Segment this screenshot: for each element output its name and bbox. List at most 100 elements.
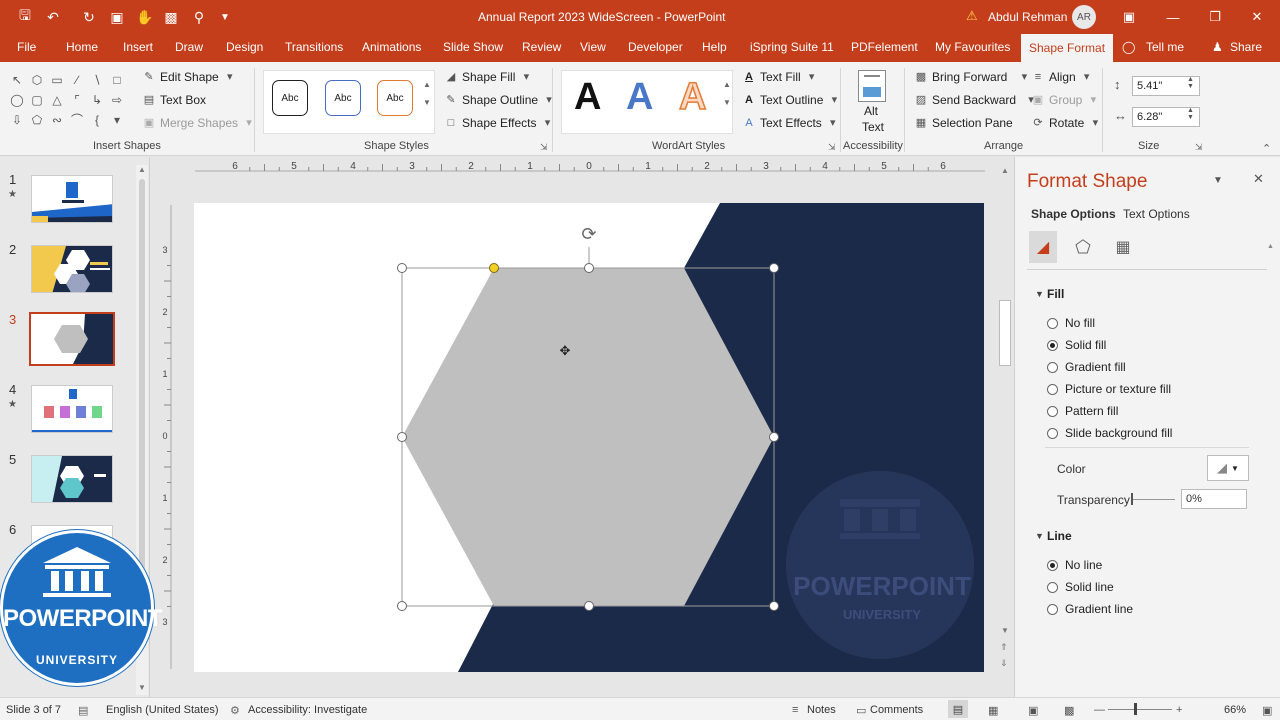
scroll-thumb[interactable] — [999, 300, 1011, 366]
height-spinner[interactable]: ▲ ▼ — [1187, 76, 1194, 90]
transparency-slider[interactable] — [1133, 499, 1175, 500]
effects-tab[interactable]: ⬠ — [1069, 231, 1097, 263]
square-icon[interactable]: □ — [108, 70, 126, 90]
rotate-handle-icon[interactable]: ⟳ — [578, 223, 600, 245]
zoom-level[interactable]: 66% — [1224, 704, 1246, 716]
group-button[interactable]: ▣ Group ▾ — [1031, 93, 1100, 107]
shape-style-orange[interactable]: Abc — [377, 80, 413, 116]
dialog-launcher-icon[interactable]: ⇲ — [828, 142, 836, 153]
radio[interactable] — [1047, 427, 1058, 439]
scroll-thumb[interactable] — [139, 179, 145, 579]
scroll-down-icon[interactable]: ▼ — [138, 683, 146, 692]
resize-handle-top[interactable] — [584, 263, 594, 273]
redo-icon[interactable]: ↻ — [78, 7, 100, 27]
shape-effects-button[interactable]: □ Shape Effects ▾ — [444, 116, 555, 130]
screenshot-icon[interactable]: ▩ — [160, 7, 182, 27]
shape-style-blue[interactable]: Abc — [325, 80, 361, 116]
touch-mode-icon[interactable]: ✋ — [134, 7, 156, 27]
tab-help[interactable]: Help — [702, 40, 727, 54]
size-properties-tab[interactable]: ▦ — [1109, 231, 1137, 263]
user-name[interactable]: Abdul Rehman — [988, 10, 1067, 24]
gallery-more-icon[interactable]: ▼ — [723, 98, 731, 107]
scroll-down-icon[interactable]: ▼ — [1001, 626, 1009, 635]
shape-fill-button[interactable]: ◢ Shape Fill ▾ — [444, 70, 533, 84]
tab-home[interactable]: Home — [66, 40, 98, 54]
rectangle-icon[interactable]: ▭ — [48, 70, 66, 90]
wordart-style-blue[interactable]: A — [626, 76, 653, 119]
accessibility-icon[interactable]: ⚙ — [230, 704, 240, 717]
rounded-rect-icon[interactable]: ▢ — [28, 90, 46, 110]
text-box-button[interactable]: ▤ Text Box — [142, 93, 206, 107]
shapes-gallery[interactable]: ↖ ⬡ ▭ ∕ ∖ □ ◯ ▢ △ ⌜ ↳ ⇨ ⇩ ⬠ ∾ ⌒ { ▾ — [8, 70, 128, 132]
shape-outline-button[interactable]: ✎ Shape Outline ▾ — [444, 93, 556, 107]
alt-text-icon[interactable] — [858, 70, 886, 102]
tab-insert[interactable]: Insert — [123, 40, 153, 54]
selection-pane-button[interactable]: ▦ Selection Pane — [914, 116, 1013, 130]
avatar[interactable]: AR — [1072, 5, 1096, 29]
previous-slide-icon[interactable]: ⇑ — [1000, 642, 1008, 653]
fit-to-window-icon[interactable]: ▣ — [1262, 704, 1272, 717]
alt-text-label-1[interactable]: Alt — [864, 104, 878, 118]
tab-my-favourites[interactable]: My Favourites — [935, 40, 1010, 54]
slide-sorter-icon[interactable]: ▦ — [988, 704, 998, 717]
fill-section-header[interactable]: Fill — [1047, 287, 1064, 301]
slide-show-icon[interactable]: ▩ — [1064, 704, 1074, 717]
gallery-scroll-icon[interactable]: ▲ — [423, 80, 431, 89]
start-from-beginning-icon[interactable]: ▣ — [106, 7, 128, 27]
normal-view-icon[interactable]: ▤ — [948, 700, 968, 718]
wordart-style-black[interactable]: A — [574, 76, 601, 119]
transparency-input[interactable]: 0% — [1181, 489, 1247, 509]
slide-thumbnail-5[interactable] — [31, 455, 113, 503]
scroll-up-icon[interactable]: ▲ — [1001, 166, 1009, 175]
tab-animations[interactable]: Animations — [362, 40, 421, 54]
tab-transitions[interactable]: Transitions — [285, 40, 343, 54]
spell-check-icon[interactable]: ▤ — [78, 704, 88, 717]
picture-fill-option[interactable]: Picture or texture fill — [1047, 382, 1171, 396]
resize-handle-top-right[interactable] — [769, 263, 779, 273]
line-icon[interactable]: ∕ — [68, 70, 86, 90]
scroll-up-icon[interactable]: ▲ — [138, 165, 146, 174]
collapse-ribbon-icon[interactable]: ⌃ — [1262, 142, 1271, 155]
radio[interactable] — [1047, 361, 1058, 373]
close-pane-icon[interactable]: ✕ — [1253, 171, 1264, 187]
collapse-icon[interactable]: ▼ — [1035, 531, 1044, 541]
canvas-scrollbar[interactable]: ▲ ▼ ⇑ ⇓ — [998, 160, 1012, 680]
minimize-icon[interactable]: — — [1160, 6, 1186, 28]
save-icon[interactable]: 🖫 — [14, 7, 36, 27]
zoom-slider[interactable] — [1108, 709, 1172, 710]
notes-button[interactable]: Notes — [807, 704, 836, 716]
rotate-button[interactable]: ⟳ Rotate ▾ — [1031, 116, 1102, 130]
ribbon-display-icon[interactable]: ▣ — [1116, 6, 1142, 28]
gallery-more-icon[interactable]: ▼ — [423, 98, 431, 107]
tab-review[interactable]: Review — [522, 40, 561, 54]
tab-draw[interactable]: Draw — [175, 40, 203, 54]
zoom-out-icon[interactable]: — — [1094, 704, 1105, 716]
oval-icon[interactable]: ◯ — [8, 90, 26, 110]
edit-shape-button[interactable]: ✎ Edit Shape ▾ — [142, 70, 237, 84]
slide[interactable]: POWERPOINT UNIVERSITY ⟳ ✥ — [194, 203, 984, 672]
radio[interactable] — [1047, 603, 1058, 615]
tab-shape-options[interactable]: Shape Options — [1031, 207, 1116, 221]
resize-handle-bottom[interactable] — [584, 601, 594, 611]
warning-icon[interactable]: ⚠ — [966, 8, 978, 24]
undo-icon[interactable]: ↶ — [42, 7, 64, 27]
resize-handle-bottom-left[interactable] — [397, 601, 407, 611]
no-line-option[interactable]: No line — [1047, 558, 1102, 572]
connector-icon[interactable]: ↳ — [88, 90, 106, 110]
radio[interactable] — [1047, 405, 1058, 417]
tell-me[interactable]: Tell me — [1146, 40, 1184, 54]
radio[interactable] — [1047, 383, 1058, 395]
zoom-slider-thumb[interactable] — [1134, 703, 1137, 715]
gradient-line-option[interactable]: Gradient line — [1047, 602, 1133, 616]
resize-handle-bottom-right[interactable] — [769, 601, 779, 611]
freeform-icon[interactable]: ∾ — [48, 110, 66, 130]
pane-scroll-up-icon[interactable]: ▲ — [1267, 243, 1274, 250]
tab-slide-show[interactable]: Slide Show — [443, 40, 503, 54]
resize-handle-right[interactable] — [769, 432, 779, 442]
dialog-launcher-icon[interactable]: ⇲ — [540, 142, 548, 153]
slide-thumbnail-2[interactable] — [31, 245, 113, 293]
transparency-slider-thumb[interactable] — [1131, 493, 1133, 505]
text-effects-button[interactable]: A Text Effects ▾ — [742, 116, 840, 130]
gallery-scroll-icon[interactable]: ▲ — [723, 80, 731, 89]
close-window-icon[interactable]: ✕ — [1244, 6, 1270, 28]
